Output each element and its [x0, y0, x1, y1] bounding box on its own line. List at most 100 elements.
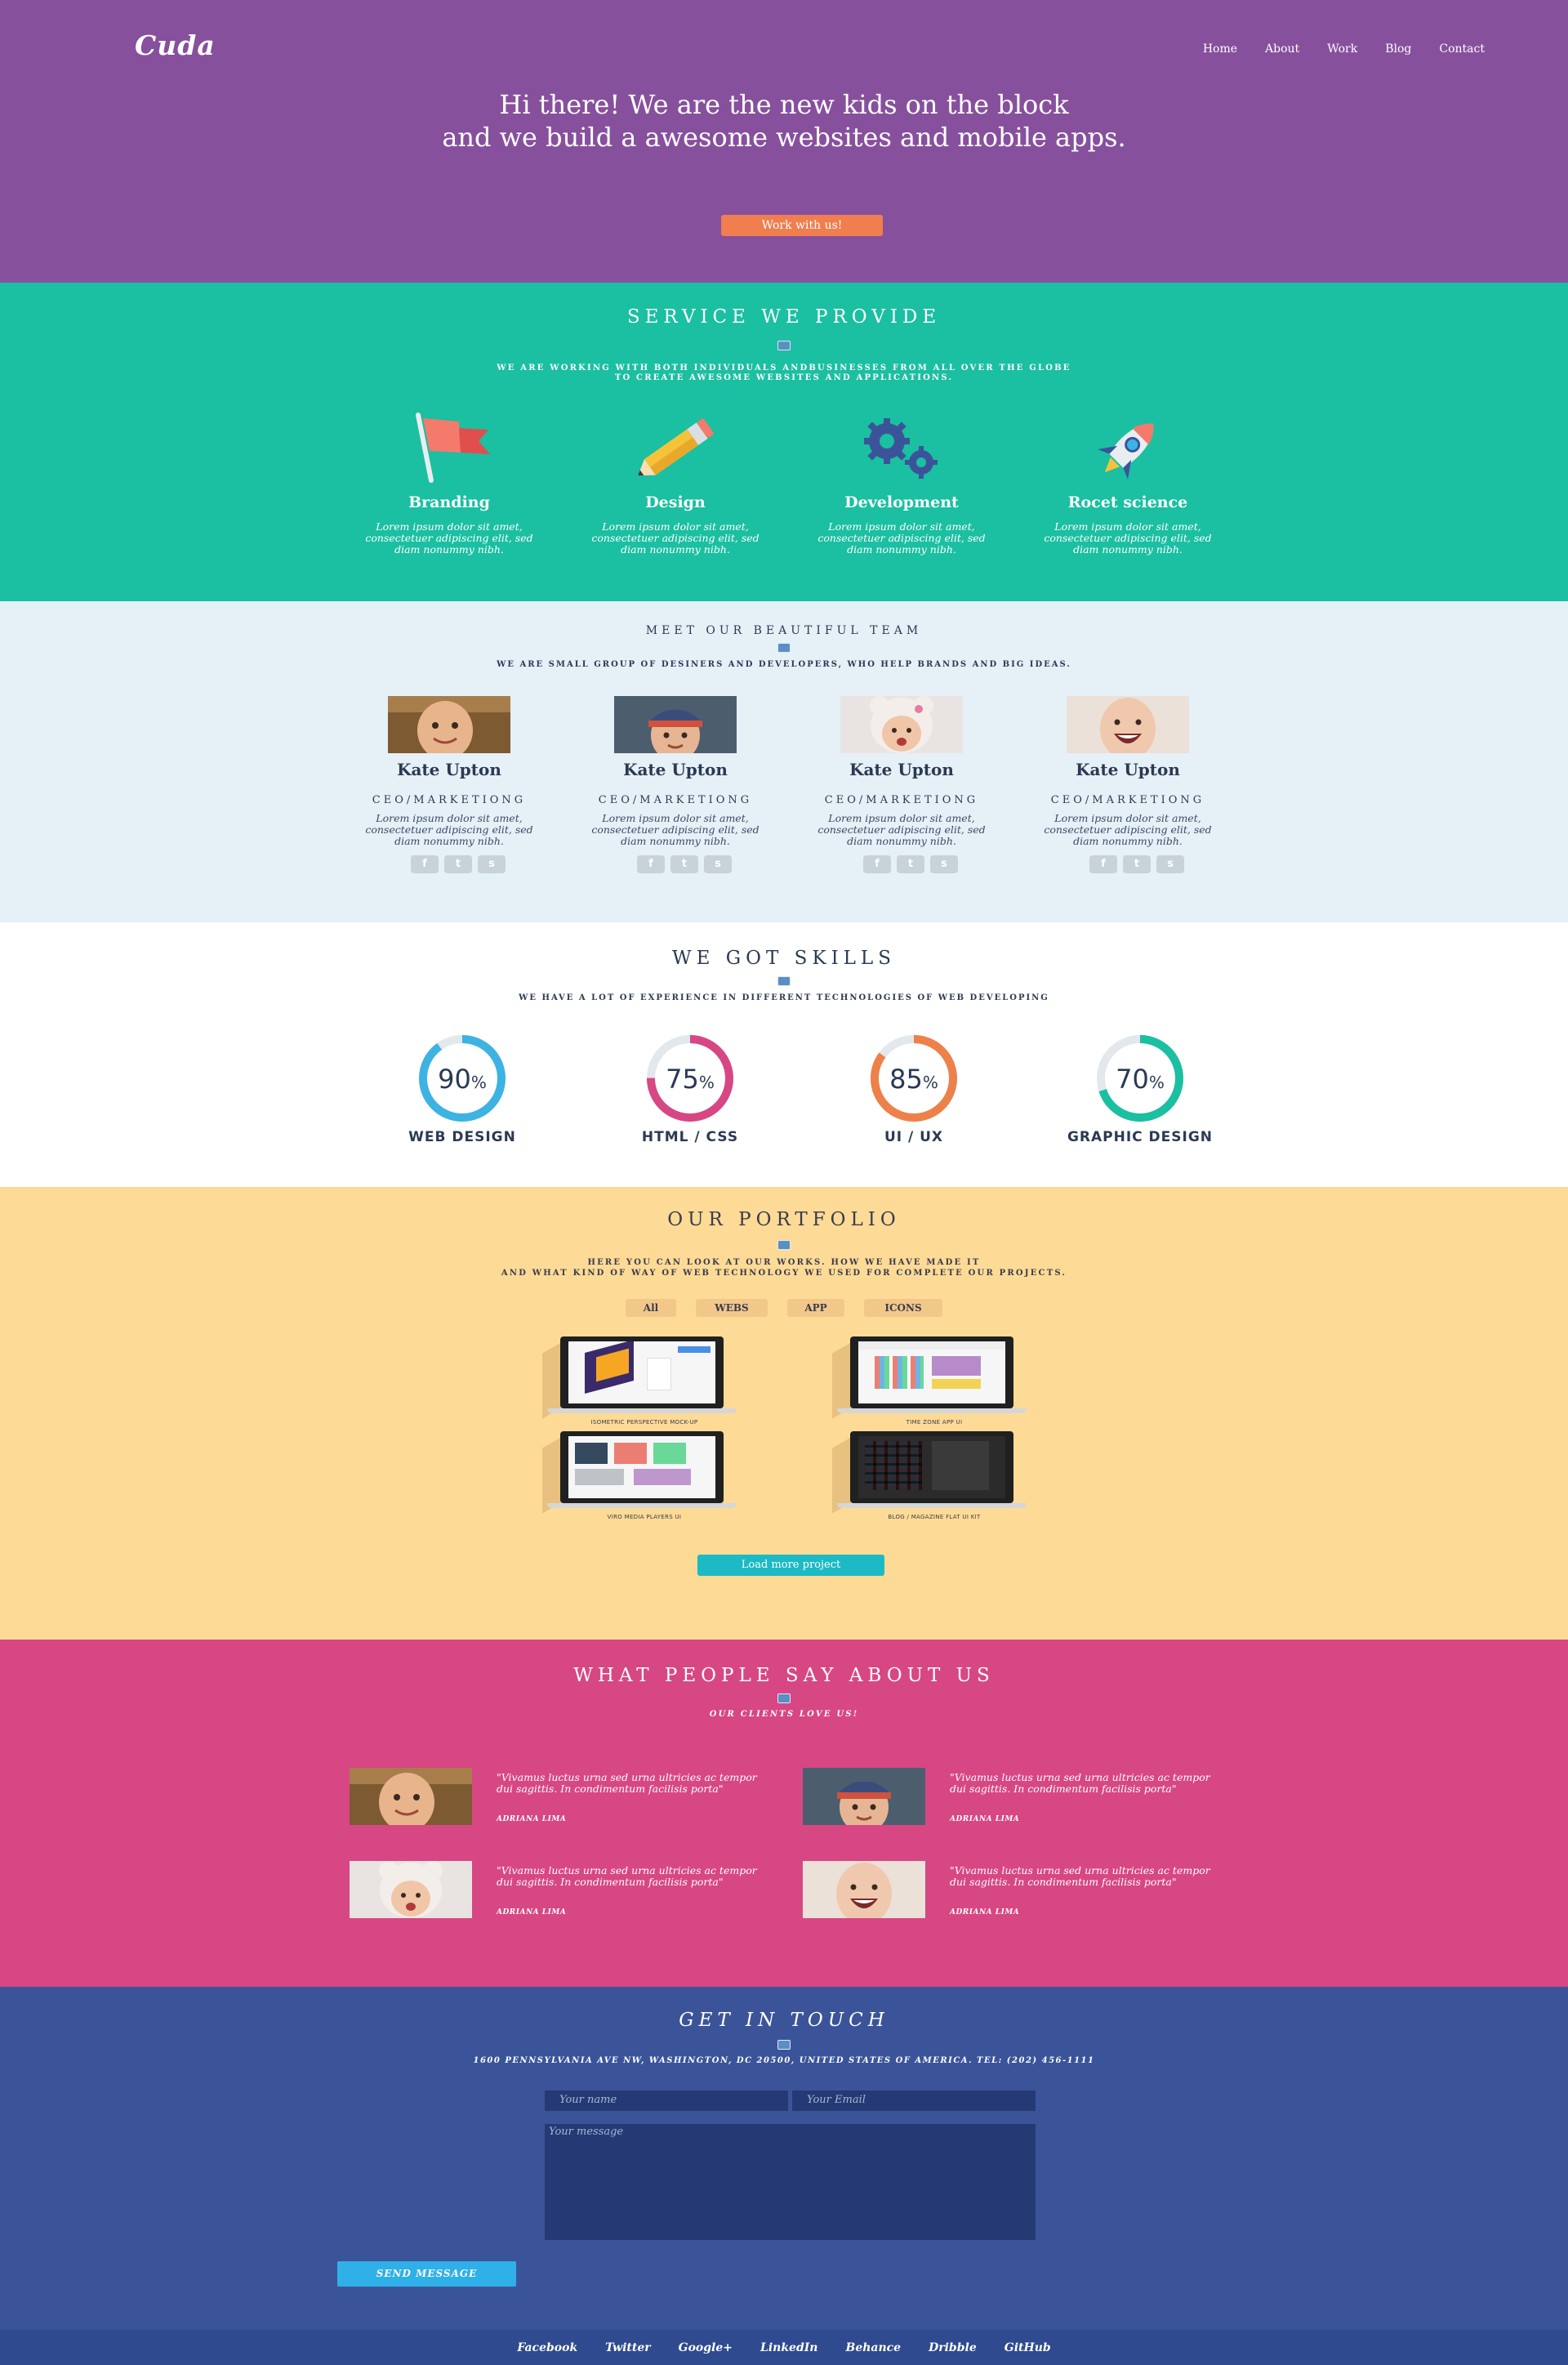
skill-percent: 85% — [889, 1064, 938, 1095]
twitter-icon[interactable]: t — [444, 855, 472, 873]
member-desc: Lorem ipsum dolor sit amet, consectetuer… — [817, 812, 986, 847]
services-subtitle-1: WE ARE WORKING WITH BOTH INDIVIDUALS AND… — [497, 364, 1071, 373]
hero-line-1: Hi there! We are the new kids on the blo… — [499, 89, 1069, 120]
divider-icon — [777, 976, 791, 986]
member-desc: Lorem ipsum dolor sit amet, consectetuer… — [365, 812, 533, 847]
send-message-button[interactable]: SEND MESSAGE — [337, 2261, 516, 2287]
testimonial-author: ADRIANA LIMA — [950, 1908, 1020, 1917]
testimonial-quote: "Vivamus luctus urna sed urna ultricies … — [497, 1864, 757, 1888]
filter-all[interactable]: All — [626, 1299, 676, 1317]
filter-app[interactable]: APP — [787, 1299, 844, 1317]
skill-label: HTML / CSS — [641, 1129, 739, 1145]
laptop-mockup — [850, 1431, 1013, 1503]
rocket-icon — [1098, 423, 1154, 480]
email-field[interactable]: Your Email — [792, 2091, 1036, 2111]
service-desc: Lorem ipsum dolor sit amet, consectetuer… — [817, 520, 986, 556]
testimonial: "Vivamus luctus urna sed urna ultricies … — [350, 1768, 791, 1833]
divider-icon — [777, 341, 791, 350]
message-field[interactable]: Your message — [545, 2124, 1036, 2240]
laptop-mockup — [850, 1336, 1013, 1408]
main-nav: Home About Work Blog Contact — [1203, 42, 1485, 56]
nav-contact[interactable]: Contact — [1439, 42, 1485, 56]
member-desc: Lorem ipsum dolor sit amet, consectetuer… — [591, 812, 760, 847]
nav-work[interactable]: Work — [1327, 42, 1357, 56]
testimonial-author: ADRIANA LIMA — [950, 1815, 1020, 1823]
name-field[interactable]: Your name — [545, 2091, 788, 2111]
footer-link-linkedin[interactable]: LinkedIn — [760, 2341, 817, 2354]
skill-label: UI / UX — [884, 1129, 944, 1145]
twitter-icon[interactable]: t — [670, 855, 698, 873]
member-socials: f t s — [411, 855, 506, 873]
member-role: CEO/MARKETIONG — [824, 794, 979, 806]
filter-icons[interactable]: ICONS — [864, 1299, 942, 1317]
twitter-icon[interactable]: t — [897, 855, 924, 873]
portfolio-item[interactable]: TIME ZONE APP UI — [832, 1336, 1036, 1430]
laptop-base — [837, 1408, 1027, 1413]
portfolio-item[interactable]: VIRO MEDIA PLAYERS UI — [542, 1431, 746, 1525]
footer-link-behance[interactable]: Behance — [845, 2341, 901, 2354]
portfolio-caption: ISOMETRIC PERSPECTIVE MOCK-UP — [590, 1419, 698, 1426]
filter-webs[interactable]: WEBS — [696, 1299, 768, 1317]
member-role: CEO/MARKETIONG — [372, 794, 527, 806]
footer-link-facebook[interactable]: Facebook — [517, 2341, 577, 2354]
member-name: Kate Upton — [397, 760, 501, 779]
testimonial-author: ADRIANA LIMA — [497, 1908, 567, 1917]
project-screenshot — [858, 1436, 1005, 1498]
member-name: Kate Upton — [623, 760, 728, 779]
member-photo — [1067, 696, 1189, 753]
skype-icon[interactable]: s — [1156, 855, 1184, 873]
project-screenshot — [568, 1436, 715, 1498]
facebook-icon[interactable]: f — [411, 855, 439, 873]
portfolio-item[interactable]: ISOMETRIC PERSPECTIVE MOCK-UP — [542, 1336, 746, 1430]
skype-icon[interactable]: s — [930, 855, 958, 873]
portfolio-caption: VIRO MEDIA PLAYERS UI — [607, 1514, 682, 1520]
skills-chart — [419, 1035, 1183, 1122]
skills-title: WE GOT SKILLS — [672, 948, 896, 969]
portfolio-item[interactable]: BLOG / MAGAZINE FLAT UI KIT — [832, 1431, 1036, 1525]
portfolio-caption: TIME ZONE APP UI — [906, 1419, 963, 1426]
footer-link-github[interactable]: GitHub — [1004, 2341, 1051, 2354]
service-desc: Lorem ipsum dolor sit amet, consectetuer… — [365, 520, 533, 556]
footer-link-twitter[interactable]: Twitter — [605, 2341, 650, 2354]
logo[interactable]: Cuda — [135, 29, 216, 61]
nav-blog[interactable]: Blog — [1385, 42, 1411, 56]
service-name: Development — [844, 493, 959, 511]
skill-label: GRAPHIC DESIGN — [1067, 1129, 1214, 1145]
facebook-icon[interactable]: f — [1089, 855, 1117, 873]
portfolio-subtitle-2: AND WHAT KIND OF WAY OF WEB TECHNOLOGY W… — [501, 1269, 1067, 1278]
services-section — [0, 283, 1568, 601]
laptop-base — [547, 1408, 737, 1413]
client-photo — [350, 1768, 472, 1825]
testimonial-author: ADRIANA LIMA — [497, 1815, 567, 1823]
laptop-mockup — [560, 1336, 724, 1408]
project-screenshot — [568, 1341, 715, 1403]
services-subtitle-2: TO CREATE AWESOME WEBSITES AND APPLICATI… — [614, 373, 954, 382]
twitter-icon[interactable]: t — [1123, 855, 1151, 873]
skills-subtitle: WE HAVE A LOT OF EXPERIENCE IN DIFFERENT… — [519, 993, 1049, 1002]
nav-home[interactable]: Home — [1203, 42, 1237, 56]
contact-address: 1600 PENNSYLVANIA AVE NW, WASHINGTON, DC… — [473, 2056, 1095, 2065]
nav-about[interactable]: About — [1265, 42, 1299, 56]
facebook-icon[interactable]: f — [863, 855, 891, 873]
member-socials: f t s — [637, 855, 732, 873]
service-name: Branding — [408, 493, 490, 511]
pencil-icon — [638, 418, 714, 476]
skill-percent: 70% — [1116, 1064, 1165, 1095]
footer-link-dribble[interactable]: Dribble — [929, 2341, 977, 2354]
member-desc: Lorem ipsum dolor sit amet, consectetuer… — [1044, 812, 1212, 847]
load-more-button[interactable]: Load more project — [697, 1555, 884, 1576]
member-photo — [388, 696, 510, 753]
skill-percent: 90% — [438, 1064, 487, 1095]
team-subtitle: WE ARE SMALL GROUP OF DESINERS AND DEVEL… — [497, 660, 1071, 669]
member-photo — [840, 696, 963, 753]
skype-icon[interactable]: s — [478, 855, 506, 873]
facebook-icon[interactable]: f — [637, 855, 665, 873]
work-with-us-button[interactable]: Work with us! — [721, 215, 883, 236]
project-screenshot — [858, 1341, 1005, 1403]
skype-icon[interactable]: s — [704, 855, 732, 873]
footer-link-googleplus[interactable]: Google+ — [679, 2341, 733, 2354]
gears-icon — [864, 418, 938, 479]
divider-icon — [777, 1240, 791, 1250]
divider-icon — [777, 2040, 791, 2050]
testimonial: "Vivamus luctus urna sed urna ultricies … — [803, 1768, 1244, 1833]
